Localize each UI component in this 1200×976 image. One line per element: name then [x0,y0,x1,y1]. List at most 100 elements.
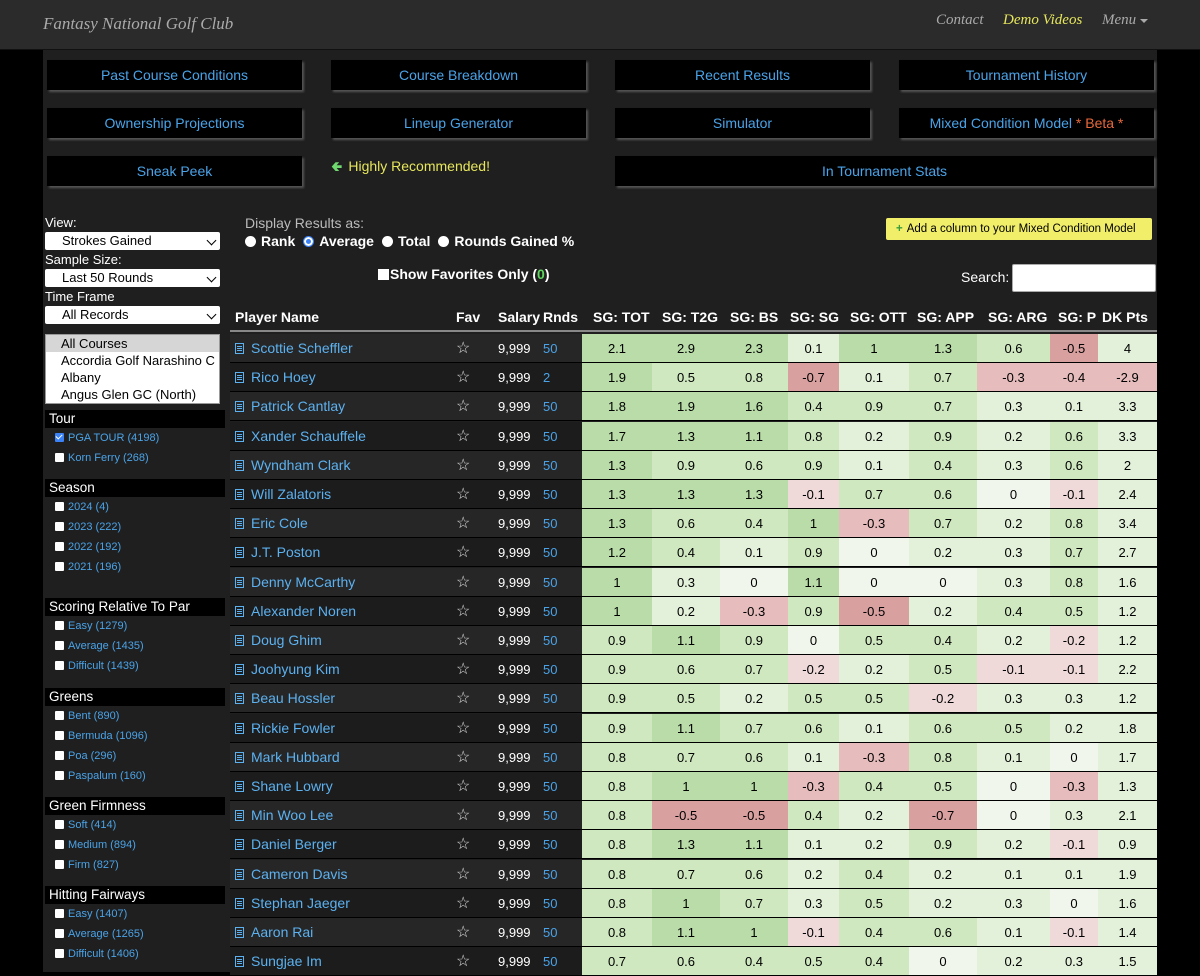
player-name[interactable]: Wyndham Clark [251,457,350,473]
favorite-star-icon[interactable]: ☆ [456,480,470,509]
column-header-sg-t2g[interactable]: SG: T2G [662,309,718,325]
rounds-link[interactable]: 2 [543,363,550,392]
rounds-link[interactable]: 50 [543,538,557,567]
player-name[interactable]: Beau Hossler [251,690,335,706]
mixed-condition-model-button[interactable]: Mixed Condition Model * Beta * [899,108,1154,138]
favorite-star-icon[interactable]: ☆ [456,918,470,947]
checkbox[interactable] [55,661,64,670]
document-icon[interactable] [235,781,244,792]
recent-results-button[interactable]: Recent Results [615,60,870,90]
column-header-sg-p[interactable]: SG: P [1058,309,1096,325]
player-name[interactable]: Shane Lowry [251,778,333,794]
column-header-salary[interactable]: Salary [498,309,540,325]
favorite-star-icon[interactable]: ☆ [456,363,470,392]
filter-checkbox-row[interactable]: Bermuda (1096) [55,728,148,744]
document-icon[interactable] [235,372,244,384]
player-name-link[interactable]: Mark Hubbard [235,743,340,772]
filter-checkbox-row[interactable]: Korn Ferry (268) [55,450,149,466]
player-name-link[interactable]: Cameron Davis [235,860,347,889]
radio-option-average[interactable]: Average [303,233,374,249]
favorite-star-icon[interactable]: ☆ [456,568,470,597]
course-option[interactable]: Albany [46,369,219,386]
document-icon[interactable] [235,751,244,763]
favorite-star-icon[interactable]: ☆ [456,889,470,918]
course-listbox[interactable]: All Courses Accordia Golf Narashino C Alba… [45,334,220,404]
checkbox[interactable] [55,840,64,849]
sneak-peek-button[interactable]: Sneak Peek [47,156,302,186]
course-option[interactable]: All Courses [46,335,219,352]
filter-checkbox-row[interactable]: Firm (827) [55,857,119,873]
filter-checkbox-row[interactable]: Average (1435) [55,638,144,654]
checkbox[interactable] [55,542,64,551]
player-name-link[interactable]: Doug Ghim [235,626,322,655]
document-icon[interactable] [235,927,244,938]
favorite-star-icon[interactable]: ☆ [456,743,470,772]
player-name[interactable]: Aaron Rai [251,924,313,940]
player-name-link[interactable]: Aaron Rai [235,918,313,947]
column-header-sg-tot[interactable]: SG: TOT [593,309,650,325]
player-name-link[interactable]: Min Woo Lee [235,801,333,830]
player-name[interactable]: Eric Cole [251,515,308,531]
document-icon[interactable] [235,489,244,500]
column-header-sg-bs[interactable]: SG: BS [730,309,778,325]
favorite-star-icon[interactable]: ☆ [456,538,470,567]
filter-checkbox-row[interactable]: Poa (296) [55,748,116,764]
filter-checkbox-row[interactable]: Easy (1279) [55,618,127,634]
player-name[interactable]: Rickie Fowler [251,720,335,736]
document-icon[interactable] [235,956,244,968]
course-breakdown-button[interactable]: Course Breakdown [331,60,586,90]
rounds-link[interactable]: 50 [543,889,557,918]
player-name[interactable]: Cameron Davis [251,866,347,882]
player-name[interactable]: Will Zalatoris [251,486,331,502]
player-name-link[interactable]: Joohyung Kim [235,655,340,684]
checkbox[interactable] [55,949,64,958]
document-icon[interactable] [235,401,244,413]
filter-checkbox-row[interactable]: Soft (414) [55,817,116,833]
favorite-star-icon[interactable]: ☆ [456,830,470,859]
player-name-link[interactable]: Denny McCarthy [235,568,355,597]
filter-checkbox-row[interactable]: Difficult (1439) [55,658,139,674]
nav-menu-dropdown[interactable]: Menu [1102,12,1149,29]
search-input[interactable] [1012,264,1156,292]
filter-checkbox-row[interactable]: Average (1265) [55,926,144,942]
favorite-star-icon[interactable]: ☆ [456,801,470,830]
favorite-star-icon[interactable]: ☆ [456,451,470,480]
filter-checkbox-row[interactable]: 2022 (192) [55,539,121,555]
player-name[interactable]: J.T. Poston [251,544,320,560]
radio-option-total[interactable]: Total [381,233,430,249]
filter-checkbox-row[interactable]: PGA TOUR (4198) [55,430,159,446]
nav-demo-videos-link[interactable]: Demo Videos [1003,12,1082,29]
nav-contact-link[interactable]: Contact [936,12,984,29]
rounds-link[interactable]: 50 [543,334,557,363]
player-name[interactable]: Sungjae Im [251,953,322,969]
checkbox[interactable] [55,771,64,780]
player-name[interactable]: Xander Schauffele [251,428,366,444]
rounds-link[interactable]: 50 [543,392,557,421]
view-select[interactable]: Strokes Gained [45,232,220,250]
rounds-link[interactable]: 50 [543,772,557,801]
ownership-projections-button[interactable]: Ownership Projections [47,108,302,138]
past-course-conditions-button[interactable]: Past Course Conditions [47,60,302,90]
lineup-generator-button[interactable]: Lineup Generator [331,108,586,138]
document-icon[interactable] [235,518,244,530]
filter-checkbox-row[interactable]: 2021 (196) [55,559,121,575]
filter-checkbox-row[interactable]: Bent (890) [55,708,119,724]
document-icon[interactable] [235,430,244,442]
player-name-link[interactable]: Daniel Berger [235,830,337,859]
favorite-star-icon[interactable]: ☆ [456,392,470,421]
document-icon[interactable] [235,459,244,471]
player-name[interactable]: Daniel Berger [251,836,337,852]
show-favorites-toggle[interactable]: Show Favorites Only (0) [378,266,550,282]
rounds-link[interactable]: 50 [543,918,557,947]
filter-checkbox-row[interactable]: Easy (1407) [55,906,127,922]
favorite-star-icon[interactable]: ☆ [456,509,470,538]
rounds-link[interactable]: 50 [543,568,557,597]
player-name-link[interactable]: Scottie Scheffler [235,334,353,363]
radio-button[interactable] [381,236,393,247]
checkbox[interactable] [55,621,64,630]
document-icon[interactable] [235,897,244,909]
radio-option-rounds-gained-[interactable]: Rounds Gained % [438,233,574,249]
player-name[interactable]: Mark Hubbard [251,749,340,765]
player-name-link[interactable]: J.T. Poston [235,538,320,567]
in-tournament-stats-button[interactable]: In Tournament Stats [615,156,1154,186]
